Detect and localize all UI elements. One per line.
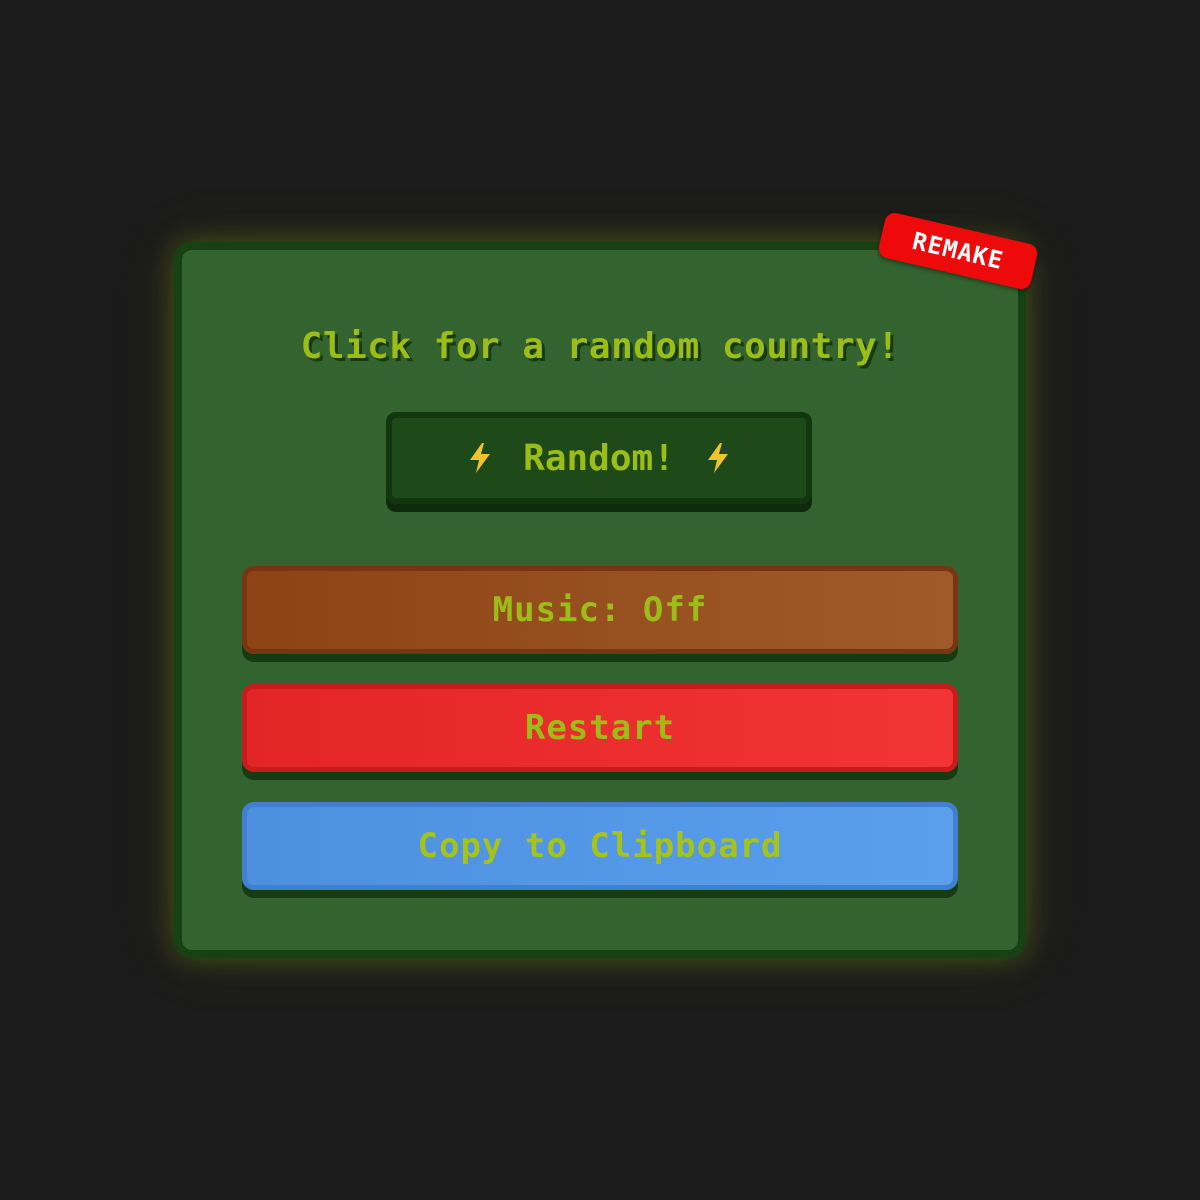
- lightning-bolt-icon: [703, 441, 733, 475]
- restart-button[interactable]: Restart: [242, 684, 958, 772]
- random-button-label: Random!: [523, 437, 675, 479]
- headline: Click for a random country!: [300, 326, 900, 367]
- random-button[interactable]: Random!: [386, 412, 812, 504]
- restart-label: Restart: [524, 708, 676, 748]
- music-toggle-button[interactable]: Music: Off: [242, 566, 958, 654]
- lightning-bolt-icon: [465, 441, 495, 475]
- copy-to-clipboard-button[interactable]: Copy to Clipboard: [242, 802, 958, 890]
- music-toggle-label: Music: Off: [492, 590, 708, 630]
- copy-to-clipboard-label: Copy to Clipboard: [417, 826, 783, 866]
- page: REMAKE Click for a random country! Rando…: [0, 0, 1200, 1200]
